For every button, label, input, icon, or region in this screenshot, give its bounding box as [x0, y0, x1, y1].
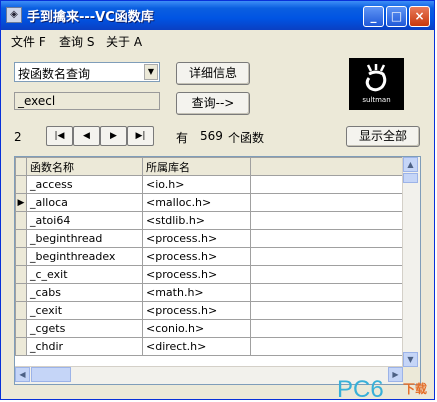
logo-text: sultman: [362, 96, 391, 104]
minimize-button[interactable]: _: [363, 6, 384, 27]
query-mode-select[interactable]: 按函数名查询 ▼: [14, 62, 160, 82]
row-filler: [250, 211, 404, 230]
cell-library-name[interactable]: <malloc.h>: [142, 193, 251, 212]
page-number: 2: [14, 130, 22, 144]
show-all-button[interactable]: 显示全部: [346, 126, 420, 147]
cell-library-name[interactable]: <io.h>: [142, 175, 251, 194]
details-button[interactable]: 详细信息: [176, 62, 250, 85]
prev-page-button[interactable]: ◀: [73, 126, 100, 146]
cell-library-name[interactable]: <stdlib.h>: [142, 211, 251, 230]
cell-library-name[interactable]: <process.h>: [142, 301, 251, 320]
cell-function-name[interactable]: _access: [26, 175, 143, 194]
next-page-button[interactable]: ▶: [100, 126, 127, 146]
first-page-button[interactable]: |◀: [46, 126, 73, 146]
query-mode-value: 按函数名查询: [18, 67, 91, 81]
cell-function-name[interactable]: _atoi64: [26, 211, 143, 230]
count-suffix: 个函数: [228, 131, 265, 145]
row-selector[interactable]: [15, 337, 27, 356]
maximize-button[interactable]: □: [386, 6, 407, 27]
header-filler: [250, 157, 404, 176]
column-header-lib[interactable]: 所属库名: [142, 157, 251, 176]
scroll-down-icon[interactable]: ▼: [403, 352, 418, 367]
table-row[interactable]: _chdir <direct.h>: [15, 337, 404, 356]
table-header-row: 函数名称 所属库名: [15, 157, 404, 176]
cell-library-name[interactable]: <direct.h>: [142, 337, 251, 356]
row-selector[interactable]: [15, 265, 27, 284]
row-filler: [250, 265, 404, 284]
cell-function-name[interactable]: _alloca: [26, 193, 143, 212]
table-row[interactable]: _atoi64 <stdlib.h>: [15, 211, 404, 230]
row-selector[interactable]: [15, 301, 27, 320]
row-selector[interactable]: [15, 319, 27, 338]
function-table: 函数名称 所属库名 _access <io.h> ▶ _alloca <malloc.h…: [15, 157, 404, 356]
app-icon[interactable]: ◈: [6, 7, 22, 23]
title-bar[interactable]: ◈ 手到擒来---VC函数库 _ □ ×: [1, 1, 434, 30]
row-filler: [250, 247, 404, 266]
window-title: 手到擒来---VC函数库: [27, 10, 154, 25]
app-window: ◈ 手到擒来---VC函数库 _ □ × 文件 F 查询 S 关于 A 按函数名…: [0, 0, 435, 400]
cell-library-name[interactable]: <process.h>: [142, 247, 251, 266]
chevron-down-icon[interactable]: ▼: [144, 64, 158, 80]
query-input-value: _execl: [18, 94, 56, 108]
logo-mark-icon: [365, 64, 387, 92]
row-filler: [250, 193, 404, 212]
row-selector-header: [15, 157, 27, 176]
count-prefix: 有: [176, 131, 189, 145]
row-selector[interactable]: ▶: [15, 193, 27, 212]
table-row[interactable]: _cgets <conio.h>: [15, 319, 404, 338]
row-filler: [250, 229, 404, 248]
cell-function-name[interactable]: _c_exit: [26, 265, 143, 284]
sultman-logo: sultman: [349, 58, 404, 110]
row-selector[interactable]: [15, 283, 27, 302]
table-row[interactable]: ▶ _alloca <malloc.h>: [15, 193, 404, 212]
row-selector[interactable]: [15, 175, 27, 194]
cell-library-name[interactable]: <math.h>: [142, 283, 251, 302]
vertical-scrollbar[interactable]: ▲ ▼: [402, 157, 420, 367]
row-filler: [250, 319, 404, 338]
watermark-suffix: 下载: [403, 382, 428, 396]
menu-about[interactable]: 关于 A: [106, 33, 142, 50]
row-selector[interactable]: [15, 211, 27, 230]
table-row[interactable]: _beginthreadex <process.h>: [15, 247, 404, 266]
cell-function-name[interactable]: _beginthreadex: [26, 247, 143, 266]
table-row[interactable]: _beginthread <process.h>: [15, 229, 404, 248]
query-input[interactable]: _execl: [14, 92, 160, 110]
menu-bar: 文件 F 查询 S 关于 A: [1, 30, 434, 50]
cell-library-name[interactable]: <conio.h>: [142, 319, 251, 338]
scroll-up-icon[interactable]: ▲: [403, 157, 418, 172]
scroll-right-icon[interactable]: ▶: [388, 367, 403, 382]
menu-file[interactable]: 文件 F: [11, 33, 46, 50]
function-count: 569: [200, 129, 223, 143]
last-page-button[interactable]: ▶|: [127, 126, 154, 146]
row-filler: [250, 337, 404, 356]
watermark-brand: PC6: [337, 376, 384, 400]
row-filler: [250, 301, 404, 320]
row-selector[interactable]: [15, 247, 27, 266]
cell-library-name[interactable]: <process.h>: [142, 265, 251, 284]
row-filler: [250, 175, 404, 194]
cell-function-name[interactable]: _beginthread: [26, 229, 143, 248]
table-row[interactable]: _cexit <process.h>: [15, 301, 404, 320]
hscroll-thumb[interactable]: [31, 367, 71, 382]
table-row[interactable]: _access <io.h>: [15, 175, 404, 194]
row-selector[interactable]: [15, 229, 27, 248]
query-button[interactable]: 查询-->: [176, 92, 250, 115]
cell-function-name[interactable]: _chdir: [26, 337, 143, 356]
cell-function-name[interactable]: _cabs: [26, 283, 143, 302]
table-row[interactable]: _cabs <math.h>: [15, 283, 404, 302]
close-button[interactable]: ×: [409, 6, 430, 27]
scroll-thumb[interactable]: [403, 173, 418, 183]
function-grid[interactable]: 函数名称 所属库名 _access <io.h> ▶ _alloca <malloc.h…: [14, 156, 421, 385]
scroll-left-icon[interactable]: ◀: [15, 367, 30, 382]
row-filler: [250, 283, 404, 302]
column-header-name[interactable]: 函数名称: [26, 157, 143, 176]
cell-library-name[interactable]: <process.h>: [142, 229, 251, 248]
cell-function-name[interactable]: _cgets: [26, 319, 143, 338]
table-row[interactable]: _c_exit <process.h>: [15, 265, 404, 284]
cell-function-name[interactable]: _cexit: [26, 301, 143, 320]
menu-query[interactable]: 查询 S: [59, 33, 94, 50]
